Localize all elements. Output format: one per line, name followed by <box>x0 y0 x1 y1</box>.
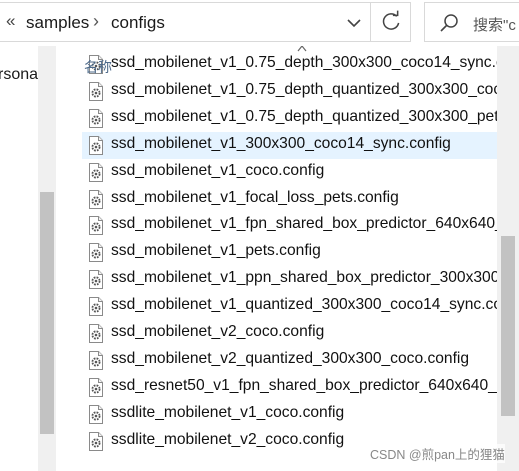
chevron-down-icon[interactable] <box>342 11 366 35</box>
config-file-icon <box>89 189 103 209</box>
file-list-scrollbar[interactable] <box>497 46 519 471</box>
file-row[interactable]: ssd_mobilenet_v1_0.75_depth_quantized_30… <box>82 105 519 132</box>
breadcrumb-item-samples[interactable]: samples <box>26 13 89 33</box>
file-name: ssd_mobilenet_v2_coco.config <box>111 323 325 340</box>
file-row[interactable]: ssd_mobilenet_v2_coco.config <box>82 320 502 347</box>
file-name: ssd_mobilenet_v1_pets.config <box>111 242 321 260</box>
file-row[interactable]: ssd_mobilenet_v1_focal_loss_pets.config <box>82 186 502 213</box>
file-name: ssd_mobilenet_v1_focal_loss_pets.config <box>111 188 399 206</box>
file-row[interactable]: ssd_mobilenet_v1_coco.config <box>82 159 502 186</box>
file-name: ssdlite_mobilenet_v2_coco.config <box>111 430 345 448</box>
navigation-pane: rsona <box>0 46 56 471</box>
file-name: ssd_mobilenet_v1_ppn_shared_box_predicto… <box>111 269 519 287</box>
column-header-row: 名称 <box>62 46 519 77</box>
file-row[interactable]: ssd_mobilenet_v1_300x300_coco14_sync.con… <box>82 131 502 159</box>
config-file-icon <box>89 431 103 451</box>
address-toolbar: « samples › configs 搜索"c <box>0 0 519 46</box>
config-file-icon <box>89 377 103 397</box>
file-name: ssd_mobilenet_v1_0.75_depth_quantized_30… <box>111 80 519 98</box>
file-name: ssd_resnet50_v1_fpn_shared_box_predictor… <box>111 376 519 394</box>
config-file-icon <box>89 108 103 128</box>
file-name: ssdlite_mobilenet_v1_coco.config <box>111 403 345 421</box>
file-row[interactable]: ssd_mobilenet_v1_0.75_depth_quantized_30… <box>82 78 519 105</box>
file-row[interactable]: ssd_mobilenet_v1_pets.config <box>82 239 502 266</box>
config-file-icon <box>89 243 103 263</box>
file-name: ssd_mobilenet_v1_0.75_depth_quantized_30… <box>111 107 519 125</box>
nav-item-label[interactable]: rsona <box>0 66 38 84</box>
config-file-icon <box>89 324 103 343</box>
chevron-right-icon[interactable]: › <box>93 11 99 32</box>
file-row[interactable]: ssd_mobilenet_v2_quantized_300x300_coco.… <box>82 347 502 374</box>
file-row[interactable]: ssd_mobilenet_v1_fpn_shared_box_predicto… <box>82 212 519 239</box>
file-name: ssd_mobilenet_v1_fpn_shared_box_predicto… <box>111 215 519 233</box>
config-file-icon <box>89 404 103 424</box>
file-name: ssd_mobilenet_v1_quantized_300x300_coco1… <box>111 296 519 314</box>
search-box[interactable]: 搜索"c <box>424 2 519 42</box>
file-row[interactable]: ssd_resnet50_v1_fpn_shared_box_predictor… <box>82 374 519 401</box>
config-file-icon <box>89 270 103 290</box>
breadcrumb-item-configs[interactable]: configs <box>111 13 165 33</box>
file-list: ssd_mobilenet_v1_0.75_depth_300x300_coco… <box>62 46 519 471</box>
config-file-icon <box>89 216 103 236</box>
breadcrumb-overflow-button[interactable]: « <box>6 11 15 31</box>
nav-scrollbar-thumb[interactable] <box>40 192 54 434</box>
search-placeholder: 搜索"c <box>473 17 516 34</box>
column-header-name[interactable]: 名称 <box>84 57 112 77</box>
file-row[interactable]: ssd_mobilenet_v1_ppn_shared_box_predicto… <box>82 266 519 293</box>
sort-ascending-icon <box>297 46 307 52</box>
watermark-text: CSDN @煎pan上的狸猫 <box>370 444 505 463</box>
file-name: ssd_mobilenet_v1_300x300_coco14_sync.con… <box>111 134 451 152</box>
file-name: ssd_mobilenet_v1_coco.config <box>111 161 325 179</box>
file-list-scrollbar-thumb[interactable] <box>501 236 515 416</box>
file-row[interactable]: ssd_mobilenet_v1_quantized_300x300_coco1… <box>82 293 519 320</box>
address-bar[interactable]: « samples › configs <box>0 2 371 42</box>
config-file-icon <box>89 350 103 370</box>
refresh-icon <box>382 10 400 30</box>
config-file-icon <box>89 297 103 317</box>
file-row[interactable]: ssdlite_mobilenet_v1_coco.config <box>82 401 502 428</box>
config-file-icon <box>89 162 103 182</box>
config-file-icon <box>89 81 103 101</box>
file-name: ssd_mobilenet_v2_quantized_300x300_coco.… <box>111 349 470 367</box>
refresh-button[interactable] <box>371 2 411 42</box>
config-file-icon <box>89 135 103 155</box>
search-icon <box>440 14 458 32</box>
